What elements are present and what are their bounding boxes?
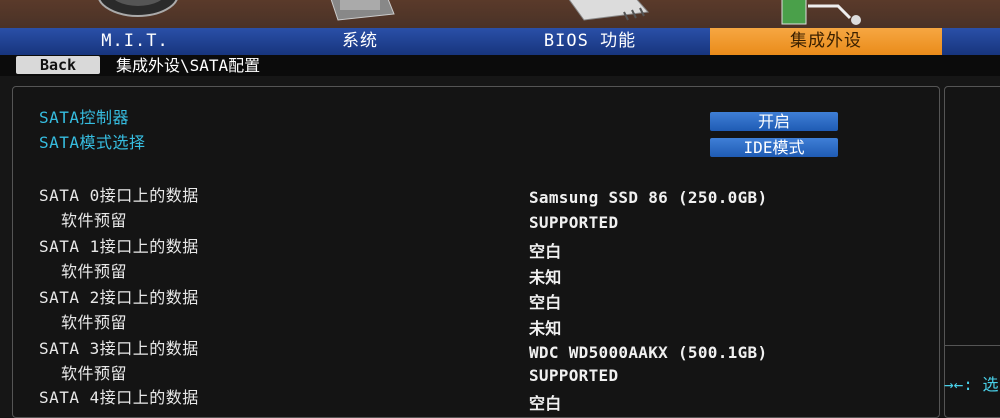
mit-dial-icon	[96, 0, 180, 24]
tab-mit[interactable]: M.I.T.	[80, 28, 190, 55]
system-icon	[326, 0, 396, 28]
port-value: SUPPORTED	[529, 366, 619, 385]
port-value: 空白	[529, 242, 562, 261]
port-label: 软件预留	[61, 211, 128, 230]
port-label: 软件预留	[61, 262, 128, 281]
port-value: WDC WD5000AAKX (500.1GB)	[529, 343, 768, 362]
sata-mode-option[interactable]: IDE模式	[710, 138, 838, 157]
sata-controller-label[interactable]: SATA控制器	[39, 104, 129, 128]
sata-mode-label[interactable]: SATA模式选择	[39, 129, 146, 153]
port-label: 软件预留	[61, 313, 128, 332]
port-label: 软件预留	[61, 364, 128, 383]
port-value: 未知	[529, 319, 562, 338]
breadcrumb: 集成外设\SATA配置	[116, 56, 261, 75]
port-value: SUPPORTED	[529, 213, 619, 232]
port-value: 空白	[529, 293, 562, 312]
help-text: →←: 选	[944, 375, 999, 394]
help-panel	[944, 86, 1000, 418]
bios-chip-icon	[562, 0, 652, 28]
tab-bios-features[interactable]: BIOS 功能	[520, 28, 660, 55]
help-divider	[944, 345, 1000, 346]
port-value: 空白	[529, 394, 562, 413]
port-label: SATA 2接口上的数据	[39, 288, 199, 307]
port-value: 未知	[529, 268, 562, 287]
back-button[interactable]: Back	[16, 56, 100, 74]
tab-system[interactable]: 系统	[300, 28, 420, 55]
port-label: SATA 0接口上的数据	[39, 186, 199, 205]
tab-integrated-peripherals[interactable]: 集成外设	[710, 28, 942, 55]
port-label: SATA 4接口上的数据	[39, 388, 199, 407]
port-label: SATA 1接口上的数据	[39, 237, 199, 256]
port-value: Samsung SSD 86 (250.0GB)	[529, 188, 768, 207]
sata-controller-option[interactable]: 开启	[710, 112, 838, 131]
port-label: SATA 3接口上的数据	[39, 339, 199, 358]
